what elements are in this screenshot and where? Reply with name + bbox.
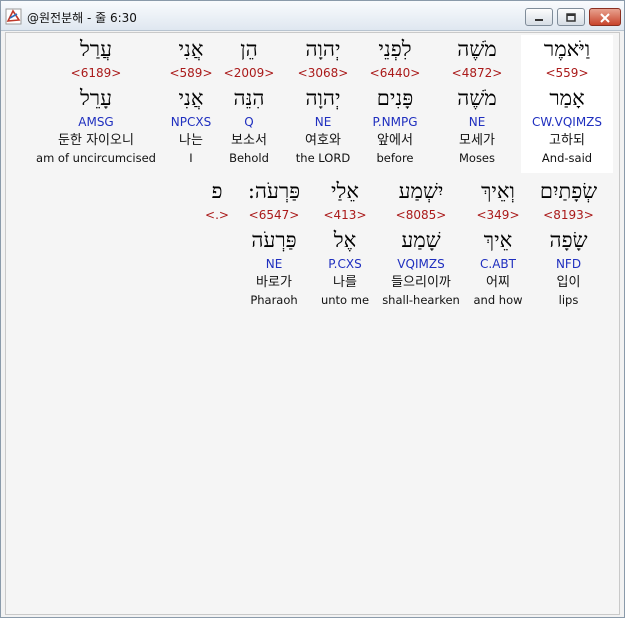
hebrew-root: אֶל: [333, 228, 357, 252]
word-column[interactable]: אֲנִי <589> אֲנִי NPCXS 나는 I: [161, 35, 221, 166]
window-title: @원전분해 - 줄 6:30: [27, 11, 137, 25]
minimize-button[interactable]: [525, 8, 553, 26]
english-gloss: lips: [558, 293, 579, 307]
strong-number: <2009>: [223, 66, 275, 80]
strong-number: <4872>: [451, 66, 503, 80]
strong-number: <8193>: [543, 208, 594, 222]
app-window: @원전분해 - 줄 6:30 וַיֹּאמֶר <559> אָמַר CW.…: [0, 0, 625, 618]
hebrew-word: אֲנִי: [178, 37, 204, 61]
parsing-code: NPCXS: [170, 115, 212, 129]
hebrew-word: עֲרַל: [79, 37, 113, 61]
hebrew-word: הֵן: [240, 37, 258, 61]
title-bar[interactable]: @원전분해 - 줄 6:30: [1, 1, 624, 31]
hebrew-root: שָׂפָה: [549, 228, 588, 252]
english-gloss: Pharaoh: [250, 293, 298, 307]
strong-number: <413>: [323, 208, 367, 222]
korean-gloss: 어찌: [486, 275, 510, 290]
parsing-code: NE: [314, 115, 332, 129]
english-gloss: am of uncircumcised: [36, 151, 156, 165]
english-gloss: Behold: [229, 151, 269, 165]
word-column[interactable]: פ <.>: [196, 177, 238, 224]
korean-gloss: 여호와: [305, 133, 341, 148]
strong-number: <349>: [476, 208, 520, 222]
parsing-code: CW.VQIMZS: [531, 115, 603, 129]
korean-gloss: 들으리이까: [391, 275, 451, 290]
word-column[interactable]: פַּרְעֹה: <6547> פַּרְעֹה NE 바로가 Pharaoh: [234, 177, 314, 308]
close-icon: [599, 8, 611, 27]
interlinear-view[interactable]: וַיֹּאמֶר <559> אָמַר CW.VQIMZS 고하되 And-…: [5, 32, 620, 615]
word-column[interactable]: מֹשֶׁה <4872> מֹשֶׁה NE 모세가 Moses: [431, 35, 523, 166]
hebrew-root: עָרֵל: [79, 86, 113, 110]
korean-gloss: 보소서: [231, 133, 267, 148]
strong-number: <.>: [205, 208, 229, 222]
hebrew-word: יְהוָה: [305, 37, 341, 61]
korean-gloss: 나를: [333, 275, 357, 290]
strong-number: <3068>: [297, 66, 349, 80]
hebrew-word: וְאֵיךְ: [481, 179, 515, 203]
hebrew-word: אֵלַי: [331, 179, 359, 203]
korean-gloss: 모세가: [459, 133, 495, 148]
hebrew-word: פ: [211, 179, 223, 203]
word-column[interactable]: יִשְׁמַע <8085> שָׁמַע VQIMZS 들으리이까 shal…: [378, 177, 464, 308]
strong-number: <6189>: [70, 66, 122, 80]
parsing-code: NE: [468, 115, 486, 129]
parsing-code: NE: [265, 257, 283, 271]
hebrew-root: הִנֵּה: [233, 86, 265, 110]
parsing-code: P.CXS: [328, 257, 362, 271]
word-column[interactable]: הֵן <2009> הִנֵּה Q 보소서 Behold: [219, 35, 279, 166]
hebrew-root: שָׁמַע: [401, 228, 441, 252]
hebrew-root: אֲנִי: [178, 86, 204, 110]
word-column[interactable]: שְׂפָתַיִם <8193> שָׂפָה NFD 입이 lips: [531, 177, 606, 308]
hebrew-word: וַיֹּאמֶר: [543, 37, 591, 61]
english-gloss: I: [189, 151, 193, 165]
hebrew-word: פַּרְעֹה:: [247, 179, 301, 203]
english-gloss: And-said: [541, 151, 593, 165]
korean-gloss: 둔한 자이오니: [58, 133, 134, 148]
maximize-icon: [565, 8, 577, 27]
word-column[interactable]: אֵלַי <413> אֶל P.CXS 나를 unto me: [312, 177, 378, 308]
word-column[interactable]: עֲרַל <6189> עָרֵל AMSG 둔한 자이오니 am of un…: [32, 35, 160, 166]
strong-number: <8085>: [395, 208, 447, 222]
hebrew-word: יִשְׁמַע: [398, 179, 444, 203]
app-logo-icon[interactable]: [5, 8, 22, 25]
english-gloss: Moses: [458, 151, 496, 165]
strong-number: <6547>: [248, 208, 300, 222]
parsing-code: C.ABT: [480, 257, 516, 271]
hebrew-root: מֹשֶׁה: [457, 86, 497, 110]
minimize-icon: [533, 8, 545, 27]
english-gloss: unto me: [320, 293, 370, 307]
parsing-code: Q: [244, 115, 254, 129]
word-column[interactable]: וְאֵיךְ <349> אֵיךְ C.ABT 어찌 and how: [463, 177, 533, 308]
strong-number: <559>: [545, 66, 589, 80]
english-gloss: the LORD: [295, 151, 351, 165]
word-column[interactable]: וַיֹּאמֶר <559> אָמַר CW.VQIMZS 고하되 And-…: [521, 35, 613, 173]
hebrew-root: יְהוָה: [305, 86, 341, 110]
korean-gloss: 바로가: [256, 275, 292, 290]
hebrew-root: פַּרְעֹה: [251, 228, 297, 252]
maximize-button[interactable]: [557, 8, 585, 26]
korean-gloss: 나는: [179, 133, 203, 148]
korean-gloss: 입이: [556, 275, 581, 290]
close-button[interactable]: [589, 8, 621, 26]
strong-number: <589>: [169, 66, 213, 80]
hebrew-word: שְׂפָתַיִם: [539, 179, 598, 203]
parsing-code: VQIMZS: [397, 257, 445, 271]
hebrew-word: מֹשֶׁה: [457, 37, 497, 61]
korean-gloss: 고하되: [549, 133, 585, 148]
word-column[interactable]: יְהוָה <3068> יְהוָה NE 여호와 the LORD: [280, 35, 366, 166]
english-gloss: and how: [473, 293, 523, 307]
english-gloss: shall-hearken: [382, 293, 460, 307]
hebrew-root: אָמַר: [549, 86, 585, 110]
hebrew-root: אֵיךְ: [483, 228, 513, 252]
parsing-code: AMSG: [78, 115, 114, 129]
parsing-code: NFD: [555, 257, 582, 271]
